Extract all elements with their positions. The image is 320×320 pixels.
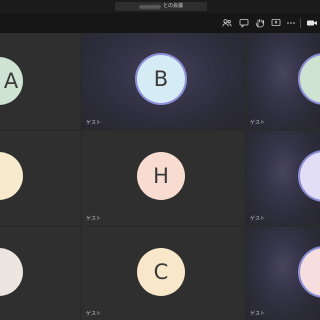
avatar: A xyxy=(0,57,23,105)
avatar-initial: C xyxy=(153,260,169,284)
avatar xyxy=(300,248,320,296)
participant-tile-left-3[interactable] xyxy=(0,227,80,320)
meeting-title-text: との会議 xyxy=(163,3,183,9)
avatar xyxy=(0,248,23,296)
avatar: H xyxy=(137,152,185,200)
redacted-name xyxy=(139,4,162,9)
raise-hand-icon[interactable] xyxy=(254,17,266,29)
participant-name-label: ゲスト xyxy=(250,216,266,222)
more-options-icon[interactable] xyxy=(285,17,297,29)
participant-name-label: ゲスト xyxy=(86,216,102,222)
participants-icon[interactable] xyxy=(221,17,233,29)
avatar xyxy=(300,152,320,200)
participant-tile-a[interactable]: A xyxy=(0,33,80,129)
avatar xyxy=(300,55,320,103)
share-screen-icon[interactable] xyxy=(270,17,282,29)
avatar-initial: H xyxy=(153,164,169,188)
participant-tile-h[interactable]: H ゲスト xyxy=(82,131,244,225)
participant-name-label: ゲスト xyxy=(250,120,266,126)
participant-tile-left-2[interactable] xyxy=(0,131,80,225)
participant-tile-right-2[interactable]: ゲスト xyxy=(246,131,320,225)
participant-name-label: ゲスト xyxy=(86,120,102,126)
participant-tile-right-3[interactable]: ゲスト xyxy=(246,227,320,320)
avatar xyxy=(0,152,23,200)
participant-name-label: ゲスト xyxy=(86,311,102,317)
toolbar-divider xyxy=(300,18,301,28)
avatar: C xyxy=(137,248,185,296)
chat-icon[interactable] xyxy=(238,17,250,29)
camera-icon[interactable] xyxy=(306,17,318,29)
avatar-initial: B xyxy=(153,67,169,91)
avatar-initial: A xyxy=(3,69,19,93)
participant-tile-c[interactable]: C ゲスト xyxy=(82,227,244,320)
participant-tile-b[interactable]: B ゲスト xyxy=(82,33,244,129)
title-bar: との会議 xyxy=(0,0,320,13)
participant-tile-right-1[interactable]: ゲスト xyxy=(246,33,320,129)
avatar: B xyxy=(137,55,185,103)
participant-name-label: ゲスト xyxy=(250,311,266,317)
participant-grid: A B ゲスト ゲスト H ゲスト ゲスト C ゲスト ゲスト xyxy=(0,33,320,320)
meeting-toolbar xyxy=(0,13,320,33)
meeting-title: との会議 xyxy=(115,2,207,11)
